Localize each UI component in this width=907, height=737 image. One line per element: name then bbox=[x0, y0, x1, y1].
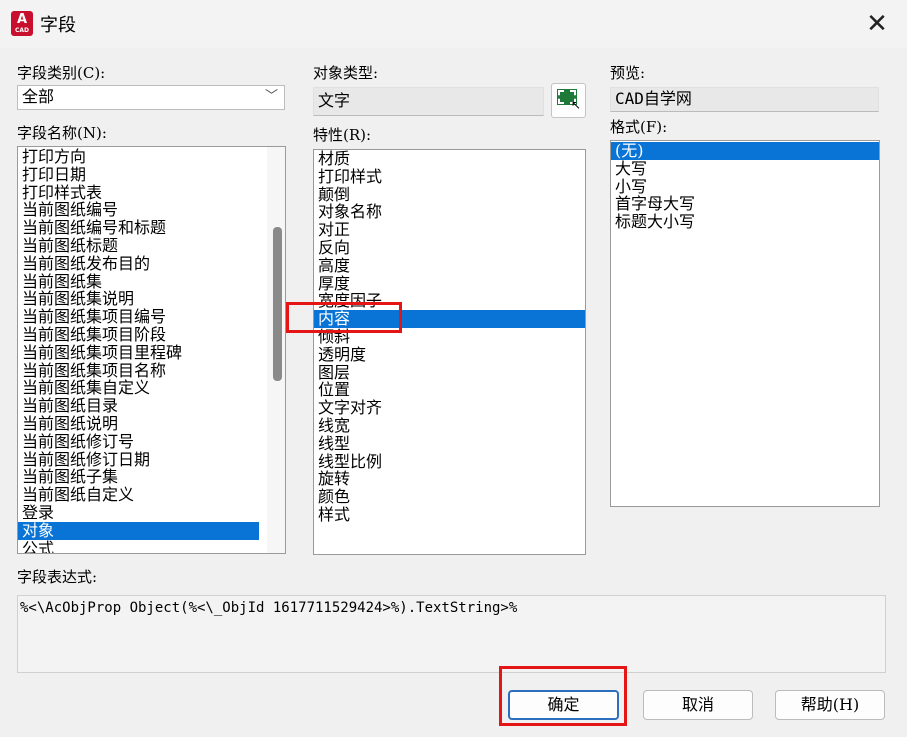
property-item[interactable]: 旋转 bbox=[314, 470, 585, 488]
property-item[interactable]: 材质 bbox=[314, 150, 585, 168]
title-bar: A CAD 字段 ✕ bbox=[0, 0, 907, 48]
field-name-item[interactable]: 当前图纸集项目名称 bbox=[18, 361, 259, 380]
properties-items: 材质 打印样式 颠倒 对象名称 对正 反向 高度 厚度 宽度因子 内容 倾斜 透明度 图层 位置 文字对齐线… bbox=[314, 150, 585, 524]
property-item[interactable]: 文字对齐 bbox=[314, 399, 585, 417]
field-name-item[interactable]: 当前图纸说明 bbox=[18, 415, 259, 433]
preview-field: CAD自学网 bbox=[610, 87, 879, 112]
format-list[interactable]: (无) 大写 小写 首字母大写 标题大小写 bbox=[610, 140, 880, 507]
property-item[interactable]: 线宽 bbox=[314, 417, 585, 435]
property-item[interactable]: 线型比例 bbox=[314, 452, 585, 471]
field-name-item[interactable]: 当前图纸标题 bbox=[18, 237, 259, 255]
app-icon-letter: A bbox=[16, 12, 28, 27]
select-object-button[interactable]: ↖ bbox=[551, 83, 586, 118]
field-name-item[interactable]: 当前图纸集项目编号 bbox=[18, 308, 259, 326]
field-name-item[interactable]: 公式 bbox=[18, 539, 259, 553]
field-name-item[interactable]: 当前图纸自定义 bbox=[18, 486, 259, 504]
field-name-item[interactable]: 当前图纸子集 bbox=[18, 468, 259, 486]
autocad-app-icon: A CAD bbox=[11, 11, 33, 36]
field-names-label: 字段名称(N): bbox=[17, 124, 107, 142]
format-item[interactable]: 首字母大写 bbox=[611, 195, 879, 213]
property-item[interactable]: 对正 bbox=[314, 221, 585, 239]
properties-list[interactable]: 材质 打印样式 颠倒 对象名称 对正 反向 高度 厚度 宽度因子 内容 倾斜 透明度 图层 位置 文字对齐线… bbox=[313, 149, 586, 555]
property-item[interactable]: 位置 bbox=[314, 381, 585, 399]
property-item[interactable]: 透明度 bbox=[314, 345, 585, 364]
property-item[interactable]: 样式 bbox=[314, 506, 585, 524]
property-item[interactable]: 颠倒 bbox=[314, 185, 585, 204]
property-item[interactable]: 反向 bbox=[314, 239, 585, 257]
cancel-button[interactable]: 取消 bbox=[643, 690, 753, 720]
field-name-item[interactable]: 当前图纸编号和标题 bbox=[18, 219, 259, 237]
field-expression-box[interactable]: %<\AcObjProp Object(%<\_ObjId 1617711529… bbox=[17, 595, 886, 673]
field-category-value: 全部 bbox=[22, 87, 55, 106]
field-name-item[interactable]: 打印日期 bbox=[18, 165, 259, 184]
close-icon[interactable]: ✕ bbox=[862, 10, 892, 40]
field-names-list[interactable]: 打印方向 打印日期 打印样式表 当前图纸编号 当前图纸编号和标题 当前图纸标题 当前图纸发布… bbox=[17, 146, 286, 554]
property-item[interactable]: 线型 bbox=[314, 434, 585, 453]
cursor-icon: ↖ bbox=[571, 98, 582, 112]
field-names-items: 打印方向 打印日期 打印样式表 当前图纸编号 当前图纸编号和标题 当前图纸标题 当前图纸发布… bbox=[18, 148, 259, 553]
field-name-item[interactable]: 当前图纸编号 bbox=[18, 201, 259, 219]
chevron-down-icon: ﹀ bbox=[264, 89, 278, 104]
field-name-item[interactable]: 登录 bbox=[18, 504, 259, 522]
field-name-item[interactable]: 当前图纸集自定义 bbox=[18, 379, 259, 397]
object-type-field: 文字 bbox=[313, 87, 544, 116]
property-item[interactable]: 高度 bbox=[314, 256, 585, 275]
field-name-item[interactable]: 当前图纸集说明 bbox=[18, 290, 259, 308]
help-button[interactable]: 帮助(H) bbox=[775, 690, 885, 720]
field-name-item[interactable]: 打印方向 bbox=[18, 148, 259, 166]
dialog-title: 字段 bbox=[40, 15, 76, 36]
field-name-item[interactable]: 当前图纸修订日期 bbox=[18, 450, 259, 469]
highlight-box-content bbox=[286, 302, 402, 333]
property-item[interactable]: 对象名称 bbox=[314, 203, 585, 221]
property-item[interactable]: 打印样式 bbox=[314, 167, 585, 186]
format-items: (无) 大写 小写 首字母大写 标题大小写 bbox=[611, 142, 879, 231]
format-item[interactable]: 大写 bbox=[611, 159, 879, 178]
field-name-item[interactable]: 当前图纸集项目里程碑 bbox=[18, 343, 259, 362]
field-name-item[interactable]: 当前图纸发布目的 bbox=[18, 254, 259, 273]
field-category-dropdown[interactable]: 全部 ﹀ bbox=[17, 85, 285, 110]
field-names-scrollbar[interactable] bbox=[267, 147, 285, 553]
format-item[interactable]: 标题大小写 bbox=[611, 213, 879, 231]
property-item[interactable]: 厚度 bbox=[314, 274, 585, 293]
property-item[interactable]: 颜色 bbox=[314, 488, 585, 506]
field-name-item[interactable]: 当前图纸集 bbox=[18, 272, 259, 291]
expression-label: 字段表达式: bbox=[17, 568, 98, 586]
object-type-label: 对象类型: bbox=[313, 64, 379, 82]
field-name-item[interactable]: 当前图纸集项目阶段 bbox=[18, 326, 259, 344]
field-name-item[interactable]: 对象 bbox=[18, 521, 259, 540]
app-icon-label: CAD bbox=[14, 27, 30, 34]
field-category-label: 字段类别(C): bbox=[17, 64, 106, 82]
preview-label: 预览: bbox=[610, 64, 646, 82]
scrollbar-thumb[interactable] bbox=[273, 227, 282, 381]
properties-label: 特性(R): bbox=[313, 126, 372, 144]
field-name-item[interactable]: 当前图纸修订号 bbox=[18, 432, 259, 451]
format-item[interactable]: (无) bbox=[611, 142, 879, 160]
format-item[interactable]: 小写 bbox=[611, 177, 879, 196]
field-name-item[interactable]: 当前图纸目录 bbox=[18, 397, 259, 415]
property-item[interactable]: 图层 bbox=[314, 363, 585, 382]
highlight-box-ok bbox=[499, 666, 627, 726]
format-label: 格式(F): bbox=[610, 118, 668, 136]
field-name-item[interactable]: 打印样式表 bbox=[18, 183, 259, 202]
